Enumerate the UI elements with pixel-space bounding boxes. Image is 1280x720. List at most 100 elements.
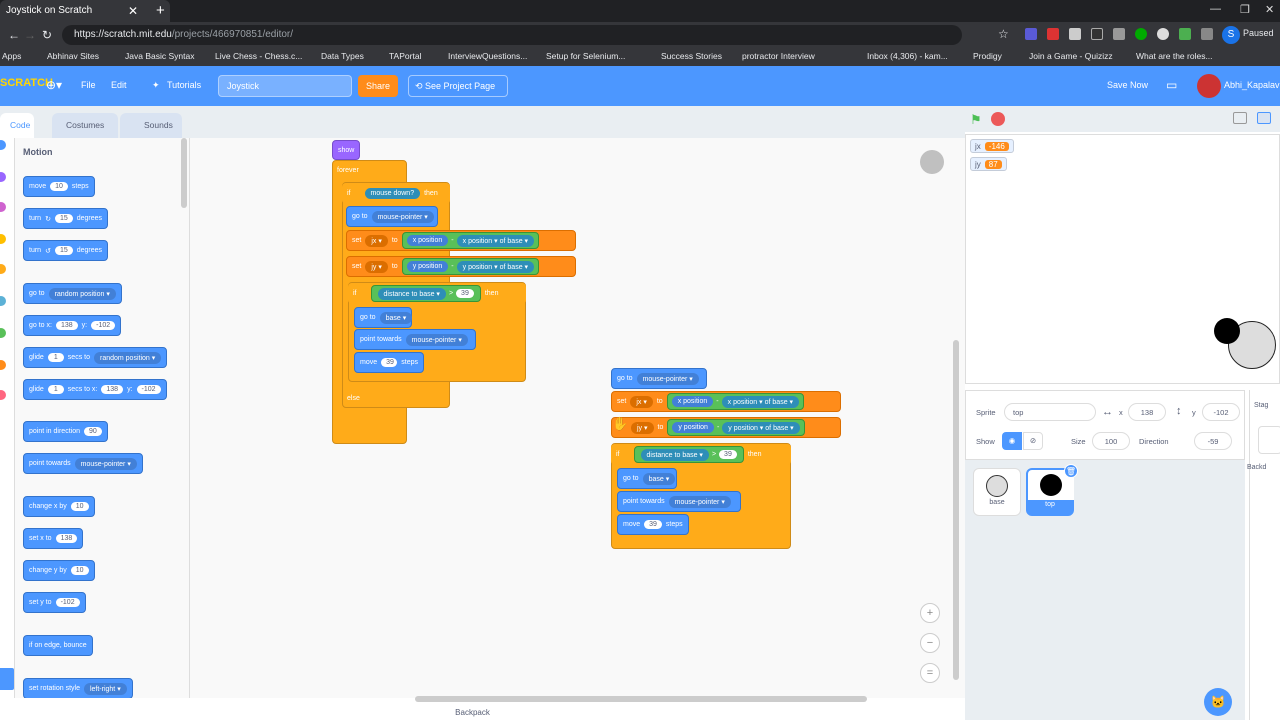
minimize-icon[interactable]: — xyxy=(1210,3,1221,15)
workspace-vscrollbar[interactable] xyxy=(953,340,959,680)
number-input[interactable]: 39 xyxy=(456,289,474,298)
of-reporter[interactable]: y position ▾ of base ▾ xyxy=(456,260,535,273)
palette-block[interactable]: glide 1 secs to random position ▾ xyxy=(23,347,168,368)
point-towards-block[interactable]: point towards mouse-pointer ▾ xyxy=(354,329,476,350)
dropdown[interactable]: mouse-pointer ▾ xyxy=(636,372,699,385)
subtract-operator[interactable]: y position - y position ▾ of base ▾ xyxy=(401,258,540,275)
number-input[interactable]: -102 xyxy=(136,385,161,394)
extension-icon[interactable] xyxy=(1091,28,1103,40)
bookmark-item[interactable]: protractor Interview xyxy=(742,51,815,61)
palette-scrollbar[interactable] xyxy=(181,138,187,208)
y-input[interactable]: -102 xyxy=(1202,403,1240,421)
profile-avatar[interactable]: S xyxy=(1222,26,1240,44)
save-now-button[interactable]: Save Now xyxy=(1107,80,1148,90)
bookmark-item[interactable]: Abhinav Sites xyxy=(47,51,99,61)
dropdown[interactable]: jy ▾ xyxy=(631,421,654,434)
x-input[interactable]: 138 xyxy=(1128,403,1166,421)
extension-icon[interactable] xyxy=(1113,28,1125,40)
zoom-reset-button[interactable]: = xyxy=(920,663,940,683)
dropdown[interactable]: jy ▾ xyxy=(365,260,388,273)
paused-label[interactable]: Paused xyxy=(1243,28,1274,38)
palette-block[interactable]: turn ↺ 15 degrees xyxy=(23,240,109,261)
bookmark-item[interactable]: TAPortal xyxy=(389,51,421,61)
category-myblocks[interactable] xyxy=(0,390,6,400)
stop-icon[interactable] xyxy=(991,112,1005,126)
move-block[interactable]: move 39 steps xyxy=(617,514,689,535)
tab-costumes[interactable]: Costumes xyxy=(52,113,118,138)
backpack[interactable]: Backpack xyxy=(190,708,755,720)
palette-block[interactable]: turn ↻ 15 degrees xyxy=(23,208,109,229)
dropdown[interactable]: mouse-pointer ▾ xyxy=(74,457,137,470)
extension-icon[interactable] xyxy=(1025,28,1037,40)
extension-icon[interactable] xyxy=(1179,28,1191,40)
number-input[interactable]: 138 xyxy=(55,534,78,543)
bookmark-item[interactable]: Join a Game - Quizizz xyxy=(1029,51,1113,61)
add-sprite-button[interactable]: 🐱 xyxy=(1204,688,1232,716)
goto-block[interactable]: go to mouse-pointer ▾ xyxy=(346,206,438,227)
sprite-top[interactable] xyxy=(1214,318,1240,344)
extension-icon[interactable] xyxy=(1157,28,1169,40)
category-control[interactable] xyxy=(0,264,6,274)
bookmark-item[interactable]: Setup for Selenium... xyxy=(546,51,625,61)
number-input[interactable]: -102 xyxy=(91,321,116,330)
dropdown[interactable]: mouse-pointer ▾ xyxy=(668,495,731,508)
username[interactable]: Abhi_Kapalav xyxy=(1224,80,1280,90)
palette-block[interactable]: point in direction 90 xyxy=(23,421,108,442)
reporter[interactable]: y position xyxy=(406,261,449,272)
subtract-operator[interactable]: x position - x position ▾ of base ▾ xyxy=(666,393,805,410)
number-input[interactable]: -102 xyxy=(55,598,80,607)
zoom-out-button[interactable]: − xyxy=(920,633,940,653)
mouse-down-reporter[interactable]: mouse down? xyxy=(364,188,421,199)
tab-code[interactable]: Code xyxy=(0,113,34,138)
palette-block[interactable]: set x to 138 xyxy=(23,528,84,549)
large-stage-icon[interactable] xyxy=(1257,112,1271,124)
green-flag-icon[interactable]: ⚑ xyxy=(970,112,984,127)
scratch-logo[interactable]: SCRATCH xyxy=(0,77,53,95)
tab-sounds[interactable]: Sounds xyxy=(120,113,182,138)
dropdown[interactable]: mouse-pointer ▾ xyxy=(405,333,468,346)
dropdown[interactable]: random position ▾ xyxy=(93,351,162,364)
number-input[interactable]: 138 xyxy=(101,385,124,394)
palette-block[interactable]: change x by 10 xyxy=(23,496,95,517)
palette-block[interactable]: change y by 10 xyxy=(23,560,95,581)
menu-tutorials[interactable]: Tutorials xyxy=(167,80,201,90)
number-input[interactable]: 10 xyxy=(70,502,89,511)
dropdown[interactable]: jx ▾ xyxy=(630,395,653,408)
move-block[interactable]: move 39 steps xyxy=(354,352,424,373)
window-close-icon[interactable]: ✕ xyxy=(1265,3,1274,16)
bookmark-item[interactable]: InterviewQuestions... xyxy=(448,51,527,61)
palette-block[interactable]: set rotation style left-right ▾ xyxy=(23,678,133,698)
bookmark-item[interactable]: Live Chess - Chess.c... xyxy=(215,51,302,61)
distance-reporter[interactable]: distance to base ▾ xyxy=(640,448,709,461)
category-operators[interactable] xyxy=(0,328,6,338)
number-input[interactable]: 138 xyxy=(55,321,78,330)
of-reporter[interactable]: x position ▾ of base ▾ xyxy=(721,395,800,408)
stage[interactable]: jx -146 jy 87 xyxy=(965,134,1280,384)
number-input[interactable]: 39 xyxy=(381,358,398,367)
workspace-hscrollbar[interactable] xyxy=(415,696,867,702)
size-input[interactable]: 100 xyxy=(1092,432,1130,450)
number-input[interactable]: 10 xyxy=(70,566,89,575)
goto-base-block[interactable]: go to base ▾ xyxy=(354,307,413,328)
point-towards-block[interactable]: point towards mouse-pointer ▾ xyxy=(617,491,741,512)
share-button[interactable]: Share xyxy=(358,75,398,97)
category-variables[interactable] xyxy=(0,360,6,370)
set-jx-block[interactable]: set jx ▾ to x position - x position ▾ of… xyxy=(346,230,576,251)
of-reporter[interactable]: y position ▾ of base ▾ xyxy=(722,421,800,434)
subtract-operator[interactable]: x position - x position ▾ of base ▾ xyxy=(401,232,540,249)
menu-file[interactable]: File xyxy=(81,80,96,90)
number-input[interactable]: 10 xyxy=(50,182,68,191)
new-tab-icon[interactable]: + xyxy=(156,2,165,19)
menu-edit[interactable]: Edit xyxy=(111,80,127,90)
delete-icon[interactable]: 🗑 xyxy=(1064,464,1078,478)
grammarly-icon[interactable] xyxy=(1135,28,1147,40)
browser-tab[interactable]: Joystick on Scratch ✕ xyxy=(0,0,170,22)
forward-icon[interactable]: → xyxy=(24,28,36,42)
bookmark-item[interactable]: Java Basic Syntax xyxy=(125,51,194,61)
number-input[interactable]: 1 xyxy=(47,353,64,362)
category-motion[interactable] xyxy=(0,140,6,150)
palette-block[interactable]: go to random position ▾ xyxy=(23,283,122,304)
small-stage-icon[interactable] xyxy=(1233,112,1247,124)
extension-icon[interactable] xyxy=(1069,28,1081,40)
palette-block[interactable]: move 10 steps xyxy=(23,176,95,197)
